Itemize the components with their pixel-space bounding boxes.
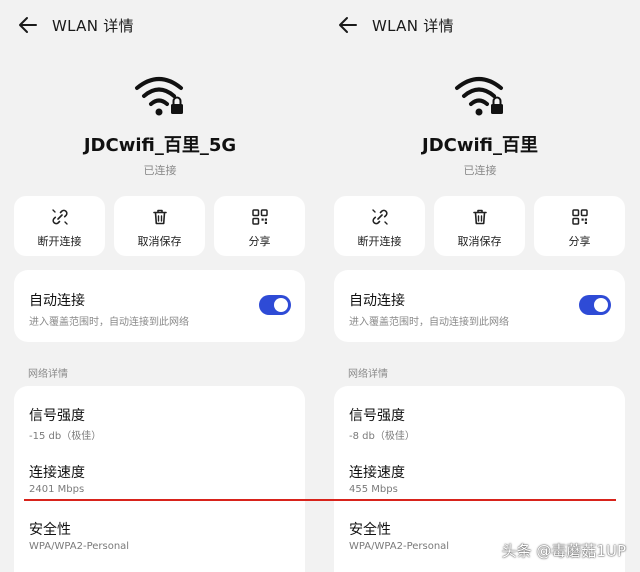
signal-strength-value: -8 db（极佳） <box>349 431 415 442</box>
network-name: JDCwifi_百里_5G <box>83 135 237 156</box>
security-value: WPA/WPA2-Personal <box>29 541 130 552</box>
forget-network-button[interactable]: 取消保存 <box>114 196 205 256</box>
link-speed-label: 连接速度 <box>349 465 405 481</box>
unlink-icon <box>372 209 388 225</box>
toggle-knob <box>594 298 608 312</box>
security-label: 安全性 <box>349 522 391 538</box>
back-arrow-icon[interactable] <box>16 13 40 37</box>
auto-connect-card: 自动连接 进入覆盖范围时，自动连接到此网络 <box>14 270 305 342</box>
connection-status: 已连接 <box>143 164 177 177</box>
auto-connect-title: 自动连接 <box>349 293 405 309</box>
forget-label: 取消保存 <box>457 235 502 248</box>
wifi-lock-icon <box>135 77 183 116</box>
section-label: 网络详情 <box>28 369 68 380</box>
share-button[interactable]: 分享 <box>214 196 305 256</box>
unlink-icon <box>52 209 68 225</box>
signal-strength-value: -15 db（极佳） <box>29 431 102 442</box>
qr-code-icon <box>252 209 268 225</box>
disconnect-label: 断开连接 <box>37 235 82 248</box>
network-details-card: 信号强度 -15 db（极佳） 连接速度 2401 Mbps 安全性 WPA/W… <box>14 386 305 572</box>
top-bar: WLAN 详情 <box>0 0 320 50</box>
auto-connect-title: 自动连接 <box>29 293 85 309</box>
signal-strength-label: 信号强度 <box>29 408 85 424</box>
toggle-knob <box>274 298 288 312</box>
disconnect-button[interactable]: 断开连接 <box>334 196 425 256</box>
disconnect-button[interactable]: 断开连接 <box>14 196 105 256</box>
trash-icon <box>473 209 487 225</box>
wlan-detail-panel-left: WLAN 详情 JDCwifi_百里_5G 已连接 断开连接 取消保存 分享 自… <box>0 0 320 572</box>
link-speed-value: 2401 Mbps <box>29 484 85 495</box>
auto-connect-toggle[interactable] <box>579 295 611 315</box>
link-speed-value: 455 Mbps <box>349 484 398 495</box>
forget-network-button[interactable]: 取消保存 <box>434 196 525 256</box>
disconnect-label: 断开连接 <box>357 235 402 248</box>
back-arrow-icon[interactable] <box>336 13 360 37</box>
security-value: WPA/WPA2-Personal <box>349 541 450 552</box>
highlight-line <box>24 499 616 501</box>
page-title: WLAN 详情 <box>52 17 134 35</box>
auto-connect-subtitle: 进入覆盖范围时，自动连接到此网络 <box>29 317 189 328</box>
qr-code-icon <box>572 209 588 225</box>
share-label: 分享 <box>248 235 271 248</box>
auto-connect-subtitle: 进入覆盖范围时，自动连接到此网络 <box>349 317 509 328</box>
wifi-lock-icon <box>455 77 503 116</box>
link-speed-label: 连接速度 <box>29 465 85 481</box>
wlan-detail-panel-right: WLAN 详情 JDCwifi_百里 已连接 断开连接 取消保存 分享 自动连接… <box>320 0 640 572</box>
share-button[interactable]: 分享 <box>534 196 625 256</box>
watermark: 头条 @毒蘑菇1UP <box>501 542 626 560</box>
signal-strength-label: 信号强度 <box>349 408 405 424</box>
security-label: 安全性 <box>29 522 71 538</box>
connection-status: 已连接 <box>463 164 497 177</box>
auto-connect-toggle[interactable] <box>259 295 291 315</box>
network-name: JDCwifi_百里 <box>422 135 538 156</box>
trash-icon <box>153 209 167 225</box>
share-label: 分享 <box>568 235 591 248</box>
forget-label: 取消保存 <box>137 235 182 248</box>
section-label: 网络详情 <box>348 369 388 380</box>
top-bar: WLAN 详情 <box>320 0 640 50</box>
page-title: WLAN 详情 <box>372 17 454 35</box>
auto-connect-card: 自动连接 进入覆盖范围时，自动连接到此网络 <box>334 270 625 342</box>
